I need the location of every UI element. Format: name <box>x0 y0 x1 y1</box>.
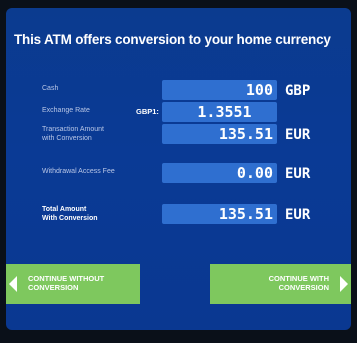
continue-without-line2: CONVERSION <box>28 283 79 292</box>
atm-screen: This ATM offers conversion to your home … <box>6 8 351 330</box>
transaction-label: Transaction Amount with Conversion <box>42 125 152 143</box>
fee-value: 0.00 <box>162 163 277 183</box>
fee-currency: EUR <box>285 166 311 182</box>
continue-with-label: CONTINUE WITH CONVERSION <box>269 274 329 292</box>
total-row: Total Amount With Conversion 135.51 EUR <box>6 204 351 228</box>
continue-without-label: CONTINUE WITHOUT CONVERSION <box>28 274 104 292</box>
continue-with-line1: CONTINUE WITH <box>268 274 329 283</box>
transaction-value: 135.51 <box>162 124 277 144</box>
transaction-label-line2: with Conversion <box>42 135 92 142</box>
continue-with-line2: CONVERSION <box>278 283 329 292</box>
right-arrow-icon <box>340 276 348 292</box>
total-label-line1: Total Amount <box>42 206 87 213</box>
cash-label: Cash <box>42 85 59 92</box>
cash-currency: GBP <box>285 83 311 99</box>
continue-without-conversion-button[interactable]: CONTINUE WITHOUT CONVERSION <box>6 264 140 304</box>
continue-with-conversion-button[interactable]: CONTINUE WITH CONVERSION <box>210 264 351 304</box>
total-label: Total Amount With Conversion <box>42 205 152 223</box>
total-currency: EUR <box>285 207 311 223</box>
transaction-currency: EUR <box>285 127 311 143</box>
total-value: 135.51 <box>162 204 277 224</box>
total-label-line2: With Conversion <box>42 215 98 222</box>
atm-frame: This ATM offers conversion to your home … <box>0 0 357 343</box>
exchange-rate-value: 1.3551 <box>162 102 277 122</box>
fee-label: Withdrawal Access Fee <box>42 168 115 175</box>
continue-without-line1: CONTINUE WITHOUT <box>28 274 105 283</box>
fee-row: Withdrawal Access Fee 0.00 EUR <box>6 163 351 187</box>
left-arrow-icon <box>9 276 17 292</box>
cash-row: Cash 100 GBP <box>6 80 351 104</box>
screen-title: This ATM offers conversion to your home … <box>14 32 331 47</box>
transaction-label-line1: Transaction Amount <box>42 126 104 133</box>
exchange-rate-row: Exchange Rate GBP1: 1.3551 <box>6 102 351 126</box>
transaction-row: Transaction Amount with Conversion 135.5… <box>6 124 351 148</box>
exchange-rate-base: GBP1: <box>136 107 159 116</box>
cash-value: 100 <box>162 80 277 100</box>
